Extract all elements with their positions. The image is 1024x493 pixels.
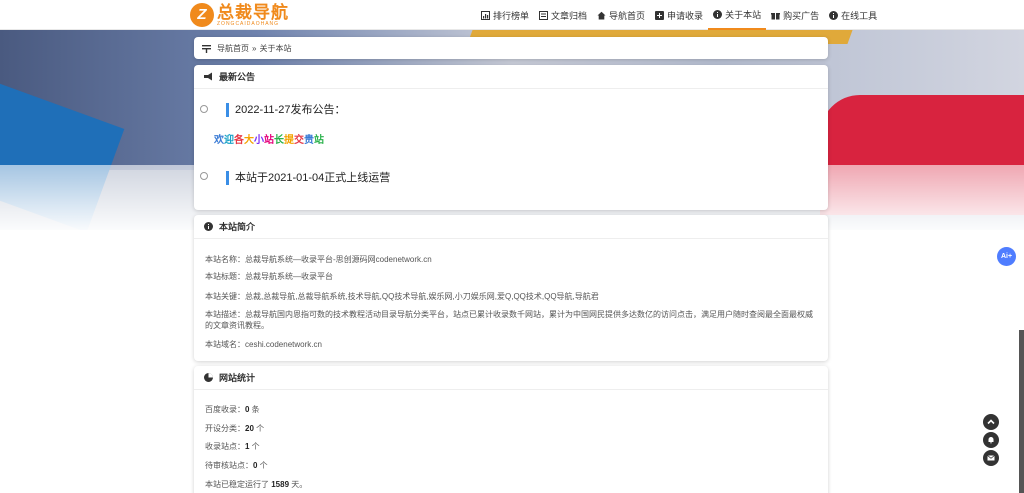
ai-assistant-button[interactable]: Ai+ [997, 247, 1016, 266]
stats-title: 网站统计 [219, 373, 256, 383]
nav-item-6[interactable]: 在线工具 [824, 0, 882, 30]
nav-item-label: 购买广告 [783, 10, 820, 21]
pie-chart-icon [204, 373, 213, 382]
stat-categories: 开设分类：20 个 [205, 424, 265, 433]
megaphone-icon [204, 72, 213, 81]
logo-title: 总裁导航 [217, 2, 289, 22]
nav-item-label: 在线工具 [841, 10, 878, 21]
back-to-top-button[interactable] [983, 414, 999, 430]
page-scrollbar[interactable] [1019, 330, 1024, 493]
stats-card-header: 网站统计 [194, 366, 828, 390]
envelope-icon [987, 455, 995, 461]
site-description-line: 本站描述：总裁导航国内恩指可数的技术教程活动目录导航分类平台，站点已累计收录数千… [205, 310, 813, 330]
chevron-up-icon [987, 419, 995, 425]
message-button[interactable] [983, 450, 999, 466]
gift-icon [771, 11, 781, 20]
archive-icon [539, 10, 549, 20]
nav-item-label: 申请收录 [667, 10, 704, 21]
logo-icon: Z [190, 3, 214, 27]
breadcrumb-home-link[interactable]: 导航首页 [217, 43, 249, 54]
notice-rainbow-text: 欢迎各大小站长提交贵站 [214, 135, 324, 146]
site-logo[interactable]: Z 总裁导航 ZONGCAIDAOHANG [190, 3, 289, 27]
nav-item-3[interactable]: 申请收录 [650, 0, 708, 30]
nav-item-label: 关于本站 [725, 9, 762, 20]
breadcrumb: 导航首页 » 关于本站 [194, 37, 828, 59]
info-circle-icon [829, 10, 839, 20]
stat-pending: 待审核站点：0 个 [205, 461, 268, 470]
nav-item-label: 导航首页 [609, 10, 646, 21]
home-icon [597, 11, 606, 20]
notice-item-title: 本站于2021-01-04正式上线运营 [226, 171, 390, 185]
intro-card-header: 本站简介 [194, 215, 828, 239]
breadcrumb-current: 关于本站 [259, 43, 292, 53]
notice-card-header: 最新公告 [194, 65, 828, 89]
nav-item-label: 排行榜单 [493, 10, 530, 21]
stat-sites: 收录站点：1 个 [205, 442, 260, 451]
top-navbar: Z 总裁导航 ZONGCAIDAOHANG 排行榜单 文章归档 导航首页 申请收录 关于… [0, 0, 1024, 30]
info-icon [713, 9, 723, 19]
notice-title: 最新公告 [219, 72, 256, 82]
notification-button[interactable] [983, 432, 999, 448]
breadcrumb-separator: » [252, 43, 257, 53]
nav-item-4[interactable]: 关于本站 [708, 0, 767, 30]
stat-uptime: 本站已稳定运行了 1589 天。 [205, 480, 308, 489]
site-title-line: 本站标题：总裁导航系统—收录平台 [205, 272, 333, 281]
menu-icon [202, 44, 211, 53]
info-circle-icon [204, 222, 213, 231]
site-stats-card: 网站统计 百度收录：0 条 开设分类：20 个 收录站点：1 个 待审核站点：0… [194, 366, 828, 493]
nav-item-1[interactable]: 文章归档 [534, 0, 592, 30]
nav-item-label: 文章归档 [551, 10, 588, 21]
notice-card: 最新公告 2022-11-27发布公告： 欢迎各大小站长提交贵站 本站于2021… [194, 65, 828, 210]
notice-item-title: 2022-11-27发布公告： [226, 103, 345, 117]
nav-item-5[interactable]: 购买广告 [766, 0, 824, 30]
timeline-dot-icon [200, 172, 208, 180]
main-nav: 排行榜单 文章归档 导航首页 申请收录 关于本站 购买广告 在线工具 [476, 0, 882, 30]
nav-item-2[interactable]: 导航首页 [592, 0, 650, 30]
site-name-line: 本站名称：总裁导航系统—收录平台-思创源码网codenetwork.cn [205, 255, 432, 264]
site-domain-line: 本站域名：ceshi.codenetwork.cn [205, 340, 322, 349]
plus-square-icon [655, 10, 665, 20]
intro-title: 本站简介 [219, 222, 256, 232]
stat-baidu-indexed: 百度收录：0 条 [205, 405, 260, 414]
nav-item-0[interactable]: 排行榜单 [476, 0, 534, 30]
timeline-dot-icon [200, 105, 208, 113]
bell-icon [988, 437, 994, 444]
site-keywords-line: 本站关键：总裁,总裁导航,总裁导航系统,技术导航,QQ技术导航,娱乐网,小刀娱乐… [205, 292, 599, 301]
logo-subtitle: ZONGCAIDAOHANG [217, 20, 280, 27]
chart-icon [481, 10, 490, 20]
site-intro-card: 本站简介 本站名称：总裁导航系统—收录平台-思创源码网codenetwork.c… [194, 215, 828, 361]
